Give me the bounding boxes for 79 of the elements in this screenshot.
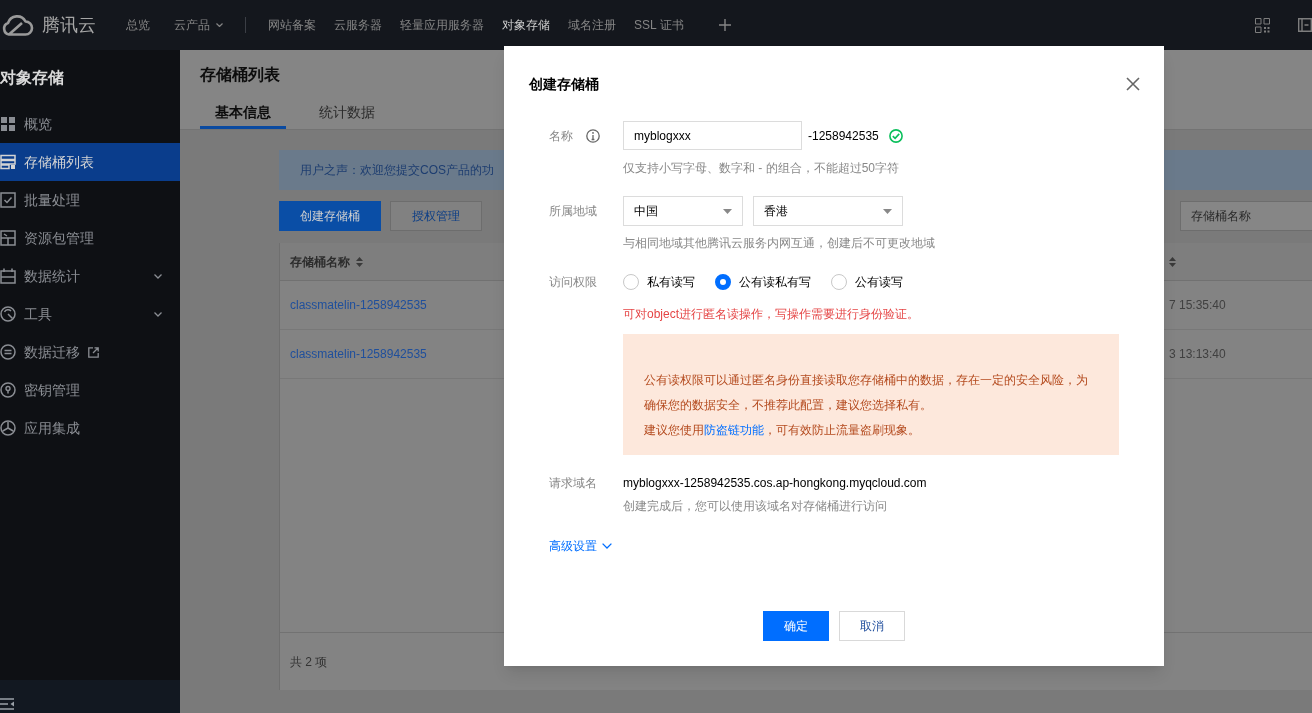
sidebar-item[interactable]: 资源包管理 (0, 219, 180, 257)
warning-tip: 建议您使用防盗链功能，可有效防止流量盗刷现象。 (644, 422, 920, 439)
advanced-settings-link[interactable]: 高级设置 (549, 537, 612, 555)
sort-icon[interactable] (1169, 256, 1176, 267)
close-icon[interactable] (1126, 77, 1140, 91)
primary-button[interactable]: 创建存储桶 (279, 201, 381, 231)
sidebar-item[interactable]: 批量处理 (0, 181, 180, 219)
page-title: 存储桶列表 (200, 65, 280, 85)
panel-icon[interactable] (1298, 18, 1312, 32)
nav-menu[interactable]: 云产品 (174, 17, 223, 33)
sidebar-item[interactable]: 概览 (0, 105, 180, 143)
chevron-down-icon (154, 311, 162, 317)
radio-option[interactable]: 公有读写 (831, 273, 903, 291)
radio-button[interactable] (715, 274, 731, 290)
checkbox-icon (0, 192, 16, 208)
column-header[interactable]: 存储桶名称 (290, 252, 363, 271)
sidebar-item[interactable]: 工具 (0, 295, 180, 333)
warning-note: 可对object进行匿名读操作，写操作需要进行身份验证。 (623, 306, 920, 323)
tab[interactable]: 统计数据 (304, 99, 390, 129)
sidebar-item[interactable]: 应用集成 (0, 409, 180, 447)
external-link-icon (88, 346, 99, 358)
sidebar-item[interactable]: 存储桶列表 (0, 143, 180, 181)
calendar-icon (0, 268, 16, 284)
radio-option[interactable]: 公有读私有写 (715, 273, 811, 291)
keyhole-icon (0, 382, 16, 398)
hint-text: 与相同地域其他腾讯云服务内网互通，创建后不可更改地域 (623, 235, 935, 252)
table-cell-text: 7 15:35:40 (1169, 297, 1226, 314)
confirm-button[interactable]: 确定 (763, 611, 829, 641)
notice-text: 用户之声：欢迎您提交COS产品的功 (300, 162, 494, 179)
hint-text: 创建完成后，您可以使用该域名对存储桶进行访问 (623, 498, 887, 515)
database-icon (0, 154, 16, 170)
cloud-logo-icon (0, 14, 34, 36)
bucket-suffix: -1258942535 (808, 127, 879, 145)
region-select[interactable]: 中国 (623, 196, 743, 226)
field-label: 所属地域 (549, 203, 597, 220)
warning-message: 公有读权限可以通过匿名身份直接读取您存储桶中的数据，存在一定的安全风险，为确保您的数据安全，不推荐此配置，建议您选择私有。 (644, 372, 1089, 414)
nav-link[interactable]: 云服务器 (334, 17, 382, 33)
dialog-title: 创建存储桶 (529, 75, 599, 93)
nav-link[interactable]: 对象存储 (502, 17, 550, 33)
radio-button[interactable] (831, 274, 847, 290)
total-count: 共 2 项 (290, 653, 328, 671)
domain-text: myblogxxx-1258942535.cos.ap-hongkong.myqcloud.com (623, 475, 927, 492)
nav-link[interactable]: 网站备案 (268, 17, 316, 33)
nav-link[interactable]: 域名注册 (568, 17, 616, 33)
equals-circle-icon (0, 344, 16, 360)
radio-button[interactable] (623, 274, 639, 290)
search-field[interactable]: 存储桶名称 (1180, 201, 1312, 231)
caret-down-icon (883, 208, 892, 214)
hint-text: 仅支持小写字母、数字和 - 的组合，不能超过50字符 (623, 160, 899, 177)
name-input[interactable]: myblogxxx (623, 121, 802, 150)
radio-option[interactable]: 私有读写 (623, 273, 695, 291)
sort-icon[interactable] (356, 256, 363, 267)
sidebar-title: 对象存储 (0, 67, 65, 88)
qr-code-icon[interactable] (1255, 17, 1270, 33)
field-label: 访问权限 (549, 274, 597, 291)
sidebar-item[interactable]: 密钥管理 (0, 371, 180, 409)
box-icon (0, 230, 16, 246)
field-label: 请求域名 (549, 475, 597, 492)
wheel-icon (0, 420, 16, 436)
sidebar-item[interactable]: 数据迁移 (0, 333, 180, 371)
chevron-down-icon (216, 23, 223, 27)
menu-icon[interactable] (0, 698, 14, 710)
plus-icon[interactable] (718, 19, 731, 31)
chevron-down-icon (154, 273, 162, 279)
cancel-button[interactable]: 取消 (839, 611, 905, 641)
tab[interactable]: 基本信息 (200, 99, 286, 129)
grid-icon (0, 116, 16, 132)
gauge-icon (0, 306, 16, 322)
nav-link[interactable]: 轻量应用服务器 (400, 17, 484, 33)
nav-link[interactable]: 总览 (126, 17, 150, 33)
region-select[interactable]: 香港 (753, 196, 903, 226)
nav-link[interactable]: SSL 证书 (634, 17, 684, 33)
hotlink-protection-link[interactable]: 防盗链功能 (704, 423, 764, 437)
logo-text: 腾讯云 (42, 14, 96, 36)
info-icon[interactable] (586, 128, 600, 143)
field-label: 名称 (549, 127, 573, 145)
sidebar-item[interactable]: 数据统计 (0, 257, 180, 295)
caret-down-icon (723, 208, 732, 214)
table-cell-text: 3 13:13:40 (1169, 346, 1226, 363)
